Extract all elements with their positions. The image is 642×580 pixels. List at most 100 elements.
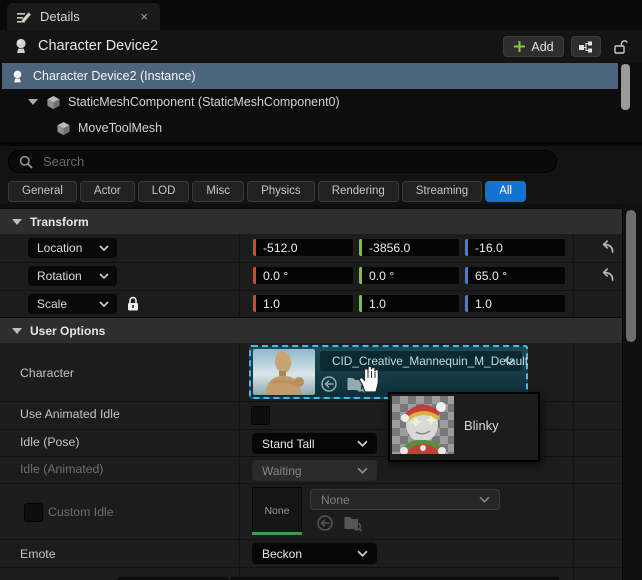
hierarchy-row-label: MoveToolMesh xyxy=(78,121,162,135)
collapse-arrow-icon[interactable] xyxy=(12,328,22,334)
use-animated-idle-label: Use Animated Idle xyxy=(20,407,120,421)
custom-idle-thumbnail[interactable]: None xyxy=(252,487,302,534)
scale-y-field[interactable]: 1.0 xyxy=(358,294,460,313)
row-divider xyxy=(0,290,622,291)
location-z-field[interactable]: -16.0 xyxy=(464,238,566,257)
browse-hierarchy-button[interactable] xyxy=(571,36,601,57)
character-label: Character xyxy=(20,366,74,380)
search-row xyxy=(0,146,642,178)
add-button-label: Add xyxy=(531,40,553,54)
scale-axis-dropdown[interactable]: Scale xyxy=(28,294,117,314)
reset-location-icon[interactable] xyxy=(598,238,618,258)
search-input[interactable] xyxy=(41,153,505,170)
asset-type-color-bar xyxy=(252,532,302,535)
filter-actor[interactable]: Actor xyxy=(80,181,135,202)
browse-asset-icon xyxy=(343,514,363,532)
drag-asset-tooltip: Blinky xyxy=(388,392,540,462)
emote-dropdown[interactable]: Beckon xyxy=(252,543,377,564)
axis-z-bar xyxy=(465,267,468,284)
rotation-x-field[interactable]: 0.0 ° xyxy=(252,266,354,285)
scale-z-field[interactable]: 1.0 xyxy=(464,294,566,313)
axis-x-bar xyxy=(253,239,256,256)
hierarchy-row-movetoolmesh[interactable]: MoveToolMesh xyxy=(0,115,620,141)
search-icon xyxy=(19,155,33,169)
section-label: User Options xyxy=(30,324,105,338)
filter-physics[interactable]: Physics xyxy=(247,181,315,202)
hierarchy-row-label: Character Device2 (Instance) xyxy=(33,69,196,83)
chevron-down-icon xyxy=(504,358,515,365)
collapse-arrow-icon[interactable] xyxy=(12,219,22,225)
browse-asset-icon[interactable] xyxy=(346,375,366,393)
expander-down-icon[interactable] xyxy=(28,99,38,105)
axis-y-bar xyxy=(359,239,362,256)
section-label: Transform xyxy=(30,215,89,229)
page-title: Character Device2 xyxy=(38,38,158,54)
axis-x-bar xyxy=(253,267,256,284)
column-divider xyxy=(239,234,240,317)
axis-x-bar xyxy=(253,295,256,312)
scrollbar-thumb[interactable] xyxy=(626,210,636,342)
location-x-field[interactable]: -512.0 xyxy=(252,238,354,257)
none-thumb-label: None xyxy=(264,505,289,517)
filter-all[interactable]: All xyxy=(485,181,526,202)
unlock-icon[interactable] xyxy=(609,36,631,57)
idle-pose-label: Idle (Pose) xyxy=(20,435,79,449)
idle-animated-dropdown: Waiting xyxy=(252,460,377,481)
filter-rendering[interactable]: Rendering xyxy=(318,181,399,202)
character-asset-picker[interactable]: CID_Creative_Mannequin_M_Default xyxy=(249,345,528,399)
node-graph-icon xyxy=(578,40,594,54)
chevron-down-icon xyxy=(99,301,109,307)
pawn-icon xyxy=(12,37,30,55)
scale-x-field[interactable]: 1.0 xyxy=(252,294,354,313)
tab-label: Details xyxy=(40,9,80,24)
custom-idle-checkbox[interactable] xyxy=(24,503,43,522)
filter-general[interactable]: General xyxy=(8,181,77,202)
filter-misc[interactable]: Misc xyxy=(192,181,244,202)
location-axis-dropdown[interactable]: Location xyxy=(28,238,117,258)
transform-rows: Location -512.0 -3856.0 -16.0 Rotation 0… xyxy=(0,234,622,317)
category-filter-row: General Actor LOD Misc Physics Rendering… xyxy=(0,178,642,204)
character-thumbnail[interactable] xyxy=(253,349,315,395)
tooltip-asset-name: Blinky xyxy=(464,418,499,433)
hierarchy-scrollbar[interactable] xyxy=(621,64,630,110)
column-divider xyxy=(239,343,240,580)
section-user-options[interactable]: User Options xyxy=(0,317,622,344)
filter-lod[interactable]: LOD xyxy=(138,181,190,202)
chevron-down-icon xyxy=(99,245,109,251)
rotation-axis-dropdown[interactable]: Rotation xyxy=(28,266,117,286)
idle-pose-dropdown[interactable]: Stand Tall xyxy=(252,433,377,454)
details-icon xyxy=(16,9,32,25)
hierarchy-row-instance[interactable]: Character Device2 (Instance) xyxy=(2,63,618,89)
rotation-y-field[interactable]: 0.0 ° xyxy=(358,266,460,285)
component-hierarchy: Character Device2 (Instance) StaticMeshC… xyxy=(0,62,642,142)
reset-rotation-icon[interactable] xyxy=(598,266,618,286)
use-selected-asset-icon xyxy=(316,514,334,532)
row-divider xyxy=(0,483,622,484)
section-transform[interactable]: Transform xyxy=(0,208,622,235)
row-divider xyxy=(0,567,622,568)
use-animated-idle-checkbox[interactable] xyxy=(251,406,270,425)
custom-idle-label: Custom Idle xyxy=(48,505,114,519)
add-button[interactable]: Add xyxy=(503,36,564,57)
idle-animated-label: Idle (Animated) xyxy=(20,462,103,476)
location-y-field[interactable]: -3856.0 xyxy=(358,238,460,257)
tab-bar: Details × xyxy=(0,0,642,30)
cube-icon xyxy=(56,121,71,136)
rotation-z-field[interactable]: 65.0 ° xyxy=(464,266,566,285)
hierarchy-row-staticmesh[interactable]: StaticMeshComponent (StaticMeshComponent… xyxy=(0,89,620,115)
scale-lock-icon[interactable] xyxy=(126,296,140,312)
cube-icon xyxy=(46,95,61,110)
emote-label: Emote xyxy=(20,547,56,561)
close-icon[interactable]: × xyxy=(140,9,148,24)
use-selected-asset-icon[interactable] xyxy=(320,375,338,393)
search-input-container[interactable] xyxy=(8,150,557,173)
chevron-down-icon xyxy=(479,496,490,503)
axis-z-bar xyxy=(465,295,468,312)
filter-streaming[interactable]: Streaming xyxy=(402,181,482,202)
custom-idle-dropdown: None xyxy=(310,489,500,510)
character-dropdown[interactable]: CID_Creative_Mannequin_M_Default xyxy=(320,351,522,371)
chevron-down-icon xyxy=(99,273,109,279)
column-divider xyxy=(573,343,574,580)
chevron-down-icon xyxy=(357,467,368,474)
tab-details[interactable]: Details × xyxy=(7,3,160,30)
